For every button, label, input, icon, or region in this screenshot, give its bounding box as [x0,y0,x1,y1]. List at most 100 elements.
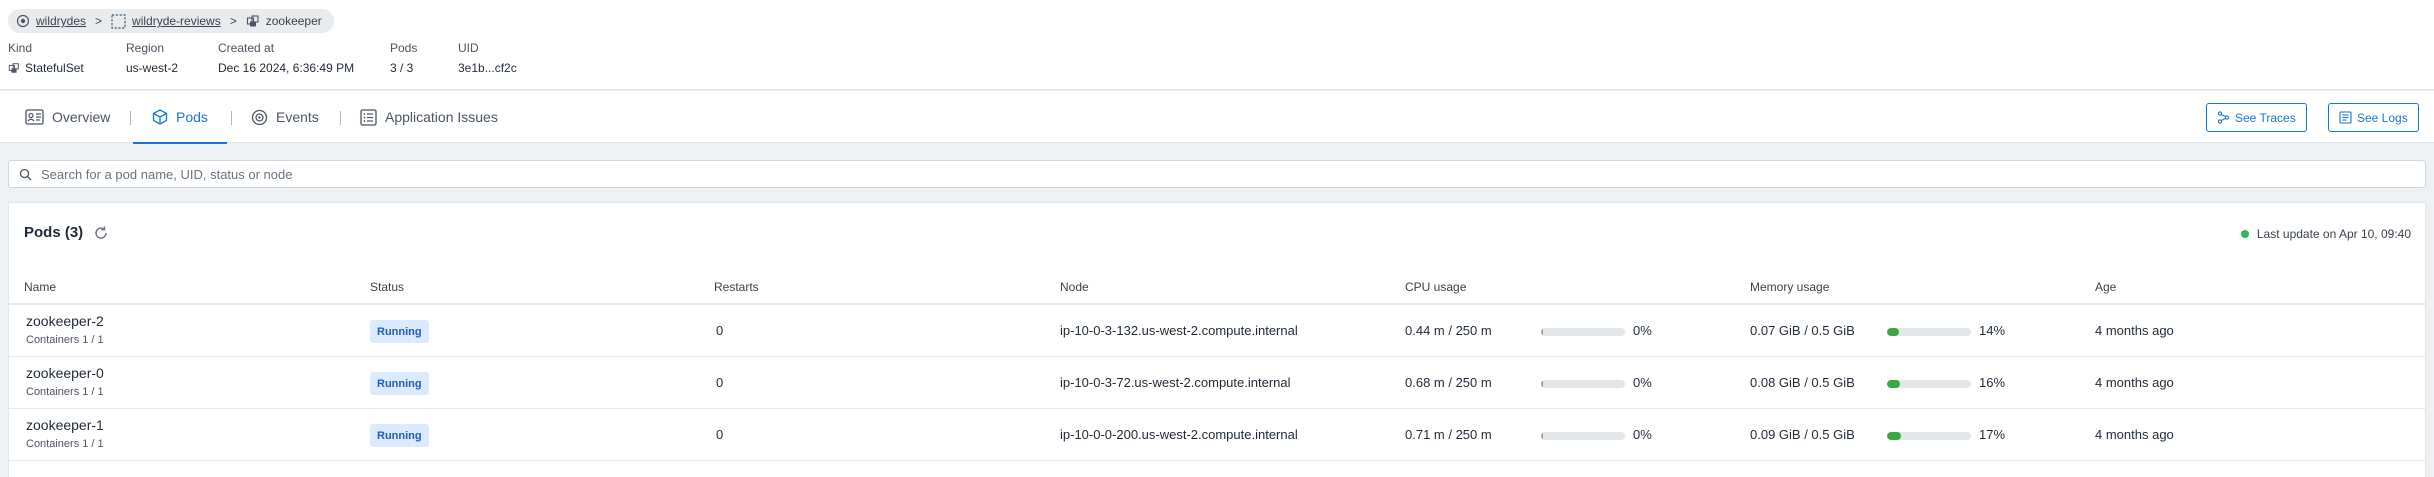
table-row[interactable]: zookeeper-0 Containers 1 / 1 Running 0 i… [9,357,2427,409]
pod-cpu-usage: 0.68 m / 250 m [1405,375,1492,390]
column-header-node[interactable]: Node [1060,280,1089,294]
pod-age: 4 months ago [2095,323,2174,338]
breadcrumb: wildrydes > wildryde-reviews > zookeeper [8,9,334,33]
status-badge: Running [370,372,429,395]
status-dot [2240,230,2249,238]
breadcrumb-item-namespace[interactable]: wildryde-reviews [111,13,221,29]
meta-uid: UID 3e1b...cf2c [458,41,517,75]
meta-uid-label: UID [458,41,479,55]
namespace-icon [111,13,126,29]
pod-memory-usage: 0.08 GiB / 0.5 GiB [1750,375,1855,390]
pods-panel-title: Pods (3) [24,224,109,241]
pod-search-input[interactable] [41,166,2341,182]
table-row[interactable]: zookeeper-1 Containers 1 / 1 Running 0 i… [9,409,2427,461]
pod-containers: Containers 1 / 1 [26,386,104,398]
pod-restarts: 0 [716,375,724,390]
column-header-memory[interactable]: Memory usage [1750,280,1829,294]
pod-node: ip-10-0-3-72.us-west-2.compute.internal [1060,375,1291,390]
meta-kind: Kind StatefulSet [8,41,84,75]
pods-panel: Pods (3) Last update on Apr 10, 09:40 Na… [8,202,2427,477]
cpu-usage-bar-fill [1541,328,1544,336]
column-header-name[interactable]: Name [24,280,56,294]
tab-bar: Overview Pods Events Application Issues … [0,91,2434,144]
statefulset-icon [246,14,260,28]
breadcrumb-separator: > [95,14,103,28]
pod-cpu-percent: 0% [1633,323,1652,338]
pods-title: Pods (3) [24,224,84,241]
pod-memory-usage: 0.07 GiB / 0.5 GiB [1750,323,1855,338]
pod-cpu-usage: 0.71 m / 250 m [1405,427,1492,442]
breadcrumb-cluster-link[interactable]: wildrydes [36,14,86,28]
meta-kind-value-row: StatefulSet [8,61,84,75]
resource-header: wildrydes > wildryde-reviews > zookeeper… [0,0,2434,90]
traces-icon [2217,111,2230,124]
meta-kind-label: Kind [8,41,33,55]
meta-uid-value: 3e1b...cf2c [458,61,517,75]
cpu-usage-bar [1541,328,1625,336]
meta-created-label: Created at [218,41,275,55]
tab-pods-label: Pods [176,109,208,125]
meta-pods-label: Pods [390,41,418,55]
tab-application-issues[interactable]: Application Issues [360,91,498,143]
pod-name[interactable]: zookeeper-1 [26,417,104,433]
breadcrumb-item-statefulset: zookeeper [246,14,322,28]
cube-icon [152,109,168,125]
pod-cpu-percent: 0% [1633,427,1652,442]
memory-usage-bar-fill [1887,432,1902,440]
pod-cpu-usage: 0.44 m / 250 m [1405,323,1492,338]
tab-application-issues-label: Application Issues [385,109,498,125]
meta-kind-value: StatefulSet [25,61,84,75]
statefulset-icon [8,62,20,74]
pod-memory-percent: 16% [1979,375,2006,390]
pod-containers: Containers 1 / 1 [26,438,104,450]
breadcrumb-item-cluster[interactable]: wildrydes [16,14,86,28]
meta-created: Created at Dec 16 2024, 6:36:49 PM [218,41,354,75]
pod-node: ip-10-0-3-132.us-west-2.compute.internal [1060,323,1298,338]
meta-region-label: Region [126,41,165,55]
meta-region-value: us-west-2 [126,61,179,75]
pod-memory-percent: 14% [1979,323,2006,338]
pods-table-header: Name Status Restarts Node CPU usage Memo… [9,271,2427,305]
tab-overview[interactable]: Overview [25,91,110,143]
cluster-icon [16,14,30,28]
memory-usage-bar-fill [1887,328,1899,336]
pod-memory-usage: 0.09 GiB / 0.5 GiB [1750,427,1855,442]
status-badge: Running [370,424,429,447]
memory-usage-bar [1887,380,1971,388]
column-header-cpu[interactable]: CPU usage [1405,280,1466,294]
pod-containers: Containers 1 / 1 [26,334,104,346]
breadcrumb-current: zookeeper [265,14,322,28]
memory-usage-bar [1887,432,1971,440]
pod-search-box[interactable] [8,160,2426,188]
search-icon [19,168,32,181]
last-update-text: Last update on Apr 10, 09:40 [2256,227,2411,241]
see-traces-button[interactable]: See Traces [2206,103,2307,132]
column-header-status[interactable]: Status [370,280,404,294]
breadcrumb-namespace-link[interactable]: wildryde-reviews [132,14,221,28]
tab-pods[interactable]: Pods [133,91,227,144]
column-header-age[interactable]: Age [2095,280,2116,294]
meta-created-value: Dec 16 2024, 6:36:49 PM [218,61,355,75]
events-icon [251,109,268,126]
pod-name[interactable]: zookeeper-2 [26,313,104,329]
see-logs-button[interactable]: See Logs [2328,103,2419,132]
list-icon [360,108,377,126]
see-logs-label: See Logs [2357,110,2408,125]
pod-restarts: 0 [716,323,724,338]
see-traces-label: See Traces [2235,110,2296,125]
status-badge: Running [370,320,429,343]
memory-usage-bar-fill [1887,380,1901,388]
pod-memory-percent: 17% [1979,427,2006,442]
tab-events[interactable]: Events [251,91,319,143]
meta-region: Region us-west-2 [126,41,178,75]
tab-divider [340,111,341,125]
refresh-icon[interactable] [93,225,109,241]
tab-divider [130,111,131,125]
table-row[interactable]: zookeeper-2 Containers 1 / 1 Running 0 i… [9,305,2427,357]
last-update-indicator: Last update on Apr 10, 09:40 [2240,227,2411,241]
pod-name[interactable]: zookeeper-0 [26,365,104,381]
pod-cpu-percent: 0% [1633,375,1652,390]
column-header-restarts[interactable]: Restarts [714,280,759,294]
pod-node: ip-10-0-0-200.us-west-2.compute.internal [1060,427,1298,442]
cpu-usage-bar-fill [1541,432,1544,440]
